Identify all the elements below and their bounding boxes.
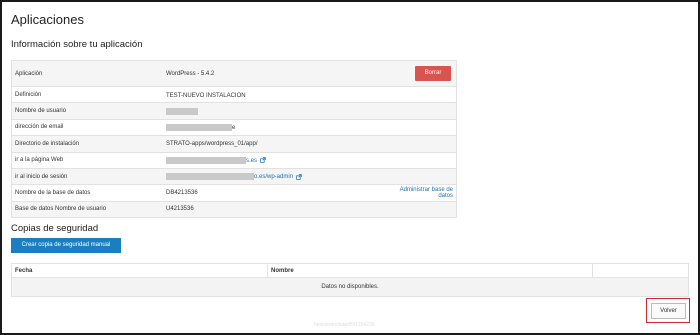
info-value: o.es/wp-admin — [163, 167, 384, 185]
info-label: Nombre de usuario — [11, 102, 163, 120]
info-label: ir a la página Web — [11, 151, 163, 169]
backups-title: Copias de seguridad — [11, 223, 99, 234]
info-row-install-dir: Directorio de instalación STRATO-apps/wo… — [11, 135, 457, 153]
info-value: U4213536 — [163, 200, 384, 218]
info-label: Base de datos Nombre de usuario — [11, 200, 163, 218]
manage-database-link[interactable]: Administrar base de datos — [400, 187, 453, 199]
info-row-website: ir a la página Web s.es — [11, 151, 457, 169]
info-value: TEST-NUEVO INSTALACION — [163, 85, 384, 103]
delete-button[interactable]: Borrar — [415, 66, 451, 81]
info-row-definition: Definición TEST-NUEVO INSTALACION — [11, 85, 457, 103]
info-row-application: Aplicación WordPress - 5.4.2 Borrar — [11, 60, 457, 87]
info-value — [163, 102, 384, 120]
column-header-name[interactable]: Nombre — [267, 263, 593, 278]
info-row-email: dirección de email e — [11, 118, 457, 136]
info-label: dirección de email — [11, 118, 163, 136]
empty-message: Datos no disponibles. — [11, 277, 689, 297]
info-value: STRATO-apps/wordpress_01/app/ — [163, 135, 384, 153]
info-label: Definición — [11, 85, 163, 103]
create-backup-button[interactable]: Crear copia de seguridad manual — [11, 238, 121, 253]
external-link-icon — [259, 157, 266, 163]
info-label: ir al inicio de sesión — [11, 167, 163, 185]
info-row-db-name: Nombre de la base de datos DB4213536 Adm… — [11, 184, 457, 202]
backups-empty-row: Datos no disponibles. — [11, 277, 689, 297]
redacted-url — [166, 156, 246, 164]
app-window: Aplicaciones Información sobre tu aplica… — [0, 0, 700, 335]
info-value: e — [163, 118, 384, 136]
app-info-table: Aplicación WordPress - 5.4.2 Borrar Defi… — [11, 60, 457, 219]
info-value: s.es — [163, 151, 384, 169]
info-value: WordPress - 5.4.2 — [163, 60, 384, 87]
volver-highlight: Volver — [646, 298, 690, 323]
redacted-email — [166, 123, 232, 131]
website-link[interactable]: s.es — [166, 156, 266, 164]
column-header-date[interactable]: Fecha — [11, 263, 268, 278]
info-row-db-user: Base de datos Nombre de usuario U4213536 — [11, 200, 457, 218]
info-row-username: Nombre de usuario — [11, 102, 457, 120]
backups-table: Fecha Nombre Datos no disponibles. — [11, 263, 689, 297]
volver-button[interactable]: Volver — [651, 303, 686, 319]
email-visible-part: e — [232, 125, 236, 132]
info-label: Aplicación — [11, 60, 163, 87]
login-link[interactable]: o.es/wp-admin — [166, 173, 302, 181]
info-label: Nombre de la base de datos — [11, 184, 163, 202]
column-header-actions — [592, 263, 689, 278]
definition-text: TEST-NUEVO INSTALACION — [166, 92, 246, 97]
info-action-cell: Borrar — [384, 60, 457, 87]
redacted-url — [166, 173, 254, 181]
backups-header-row: Fecha Nombre — [11, 263, 689, 278]
page-title: Aplicaciones — [11, 12, 84, 27]
info-row-login: ir al inicio de sesión o.es/wp-admin — [11, 167, 457, 185]
external-link-icon — [295, 173, 302, 180]
info-value: DB4213536 — [163, 184, 384, 202]
watermark: helpstrato/data/tl5/1354236 — [314, 322, 375, 328]
app-info-title: Información sobre tu aplicación — [11, 39, 143, 50]
info-label: Directorio de instalación — [11, 135, 163, 153]
redacted-username — [166, 107, 198, 115]
